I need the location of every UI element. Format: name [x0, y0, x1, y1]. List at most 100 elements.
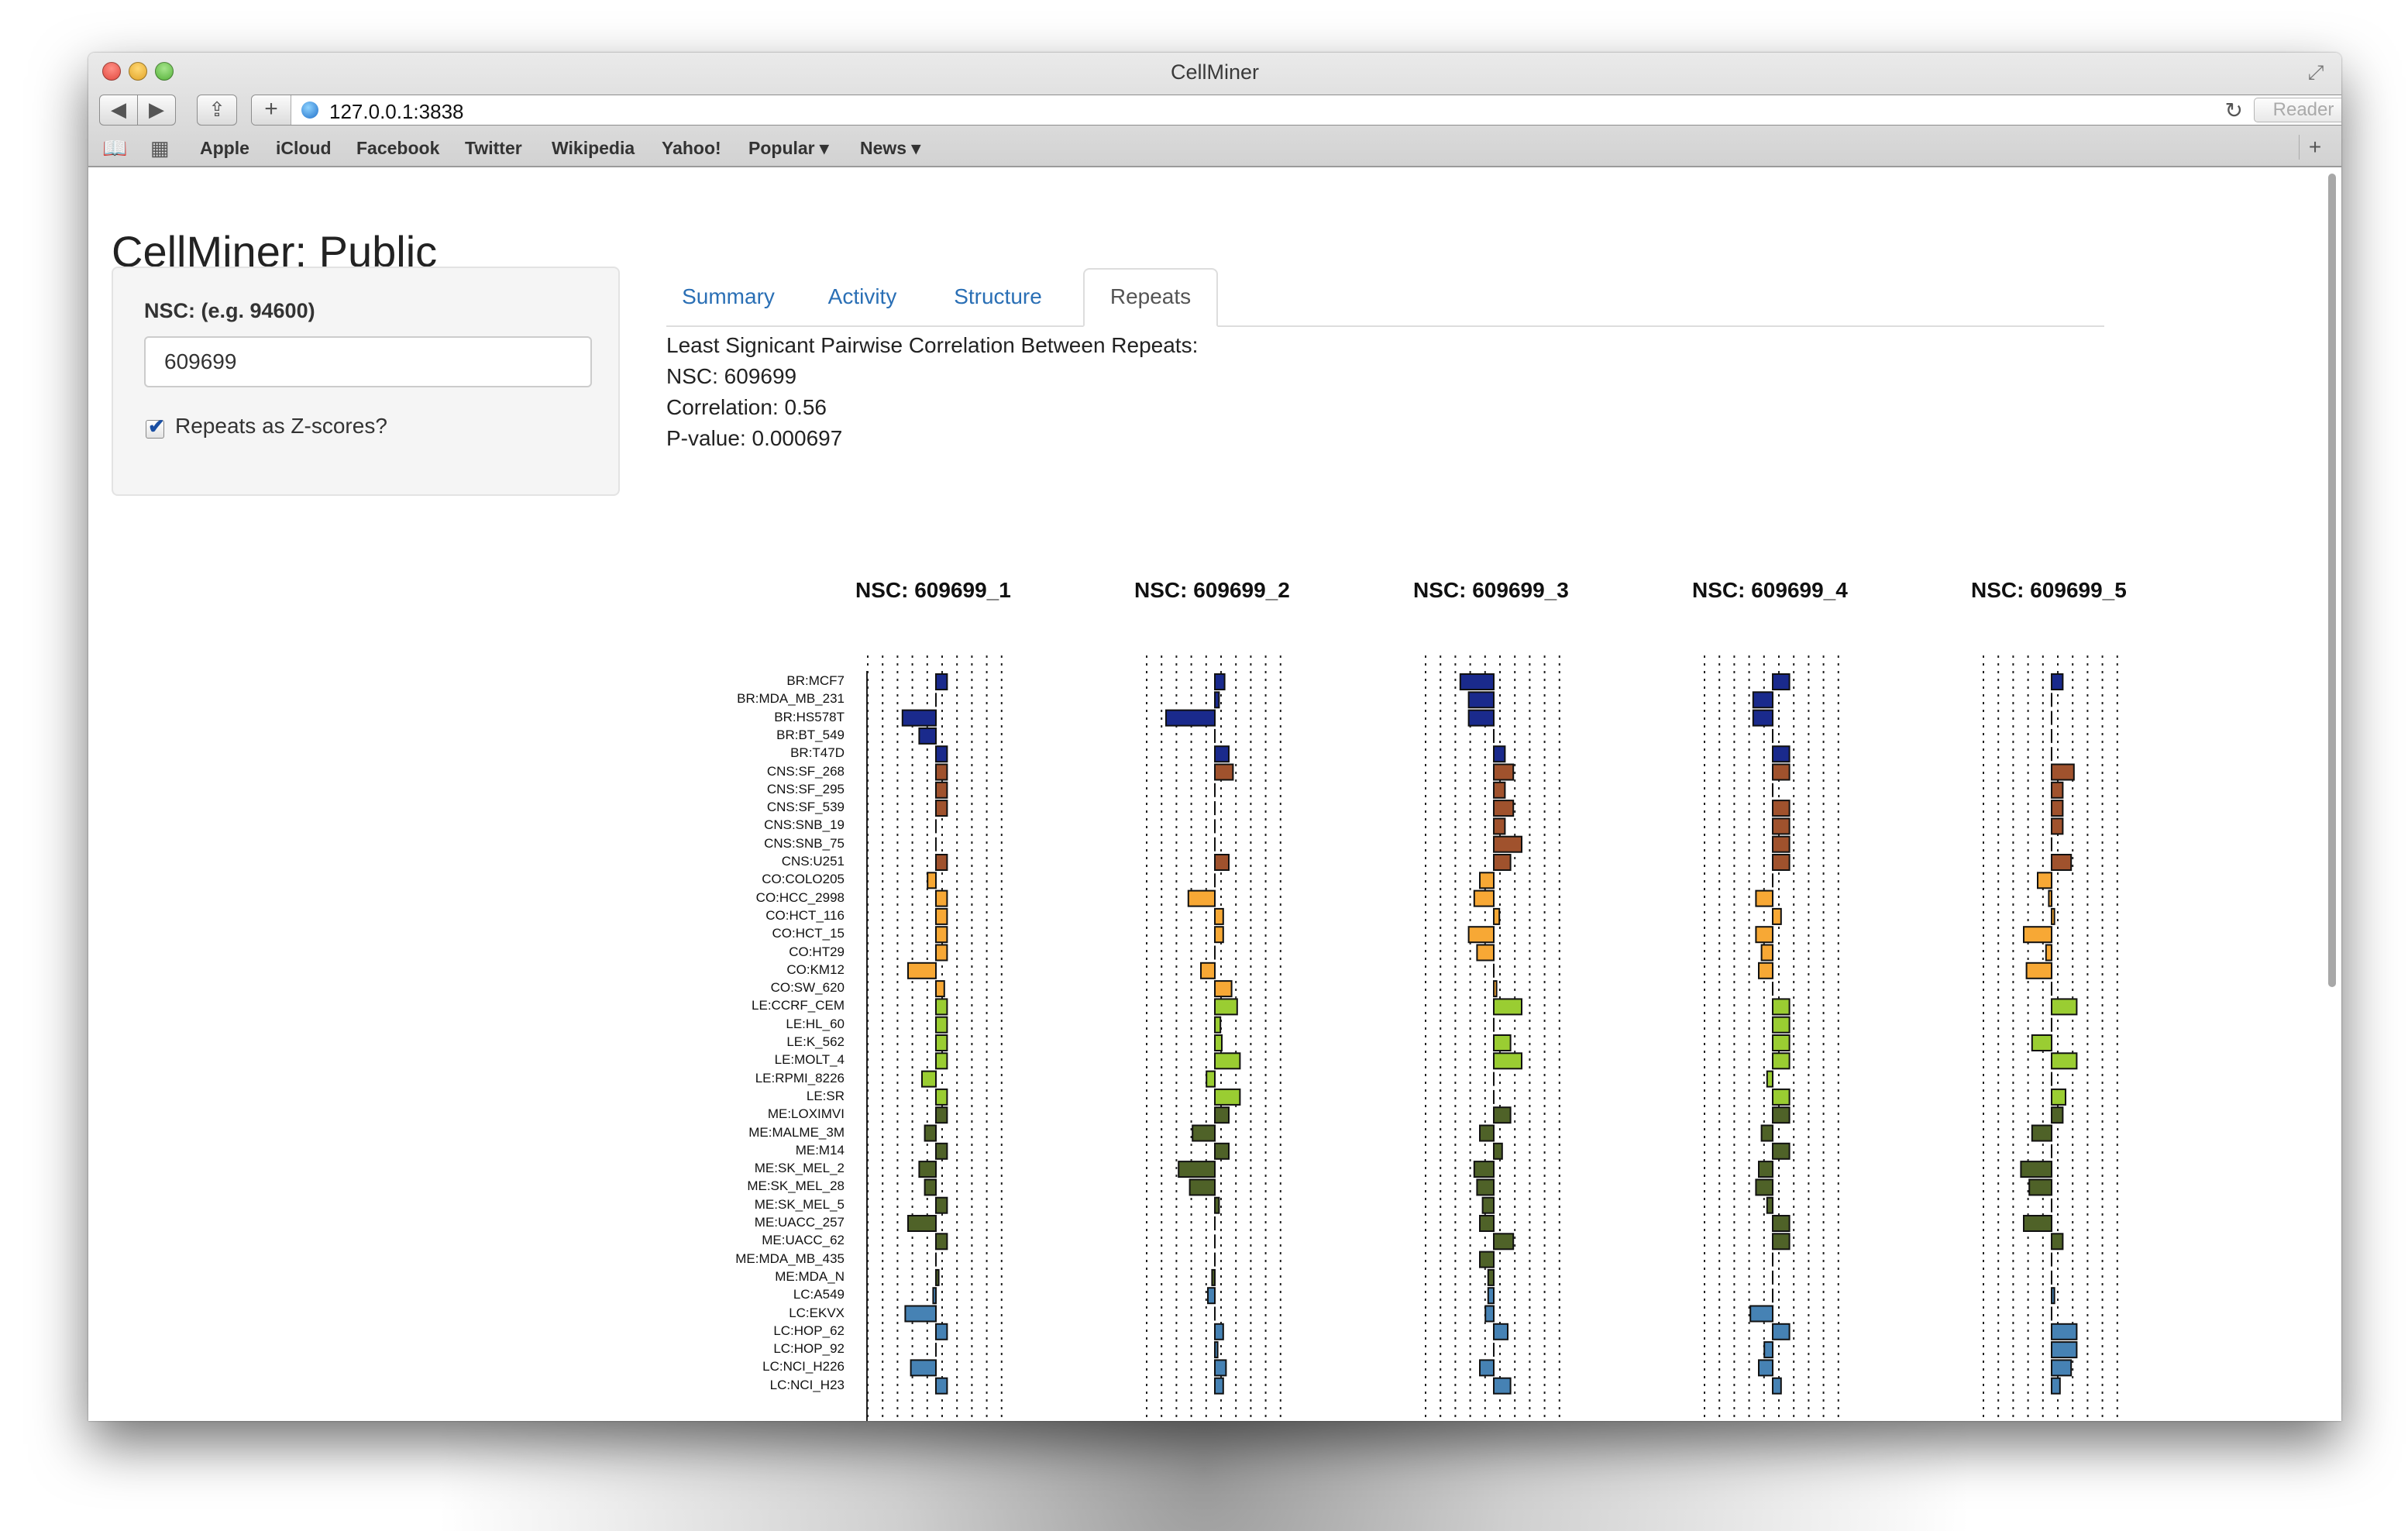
bookmark-item[interactable]: Twitter	[465, 138, 522, 159]
globe-icon	[301, 101, 318, 119]
series-title: NSC: 609699_4	[1692, 578, 1848, 602]
bar	[1493, 1052, 1522, 1070]
reading-list-icon[interactable]: 📖	[102, 136, 127, 160]
bar	[935, 1106, 948, 1124]
bar	[935, 1377, 948, 1395]
browser-chrome: CellMiner ⤢ ◀ ▶ ⇪ + 127.0.0.1:3838 ↻ Rea…	[88, 53, 2341, 167]
bar	[2020, 1161, 2052, 1178]
bar	[2051, 1287, 2055, 1305]
barplot-panel	[1146, 655, 1281, 1421]
bar	[2028, 1178, 2052, 1196]
cell-line-label: CNS:SNB_19	[764, 817, 845, 833]
cell-line-label: ME:SK_MEL_5	[754, 1196, 845, 1212]
bar	[1214, 763, 1234, 781]
bar	[935, 1034, 948, 1051]
bookmark-item[interactable]: Facebook	[356, 138, 439, 159]
barplot-panel	[1704, 655, 1839, 1421]
bar	[1772, 1215, 1791, 1232]
address-bar[interactable]: + 127.0.0.1:3838 ↻ Reader	[251, 95, 2341, 126]
bar	[935, 854, 948, 871]
bar	[1493, 854, 1512, 871]
fullscreen-icon[interactable]: ⤢	[2304, 60, 2327, 84]
reader-button[interactable]: Reader	[2254, 98, 2341, 122]
reload-icon[interactable]: ↻	[2225, 98, 2243, 123]
new-tab-button[interactable]: +	[2299, 135, 2331, 160]
bookmark-item[interactable]: Wikipedia	[552, 138, 635, 159]
share-button[interactable]: ⇪	[197, 95, 237, 126]
bar	[2051, 673, 2064, 690]
bar	[1214, 1196, 1220, 1214]
bar	[1459, 673, 1495, 690]
bar	[2048, 889, 2053, 907]
bar	[2023, 926, 2052, 944]
cell-line-label: LC:NCI_H23	[769, 1377, 845, 1392]
top-sites-grid-icon[interactable]: ▦	[150, 136, 170, 160]
bar	[2051, 1106, 2064, 1124]
cell-line-label: LE:CCRF_CEM	[752, 998, 845, 1013]
barplot-panel	[1425, 655, 1560, 1421]
bar	[2051, 998, 2078, 1016]
bar	[1214, 1016, 1222, 1034]
scrollbar-thumb[interactable]	[2328, 174, 2336, 987]
bar	[935, 1016, 948, 1034]
bar	[1479, 1359, 1495, 1377]
bar	[932, 1287, 937, 1305]
title-bar: CellMiner ⤢	[88, 53, 2341, 93]
bookmark-item[interactable]: iCloud	[276, 138, 332, 159]
bar	[935, 1142, 948, 1160]
url-text[interactable]: 127.0.0.1:3838	[329, 100, 464, 124]
bar	[1755, 1178, 1774, 1196]
bookmark-item[interactable]: Yahoo!	[662, 138, 721, 159]
cell-line-label: BR:MDA_MB_231	[737, 691, 845, 707]
bar	[1772, 1034, 1791, 1051]
bar	[1493, 1106, 1512, 1124]
cell-line-label: BR:BT_549	[776, 727, 845, 742]
cell-line-label: ME:LOXIMVI	[767, 1106, 845, 1122]
cell-line-label: CNS:SNB_75	[764, 835, 845, 851]
bar	[1493, 745, 1506, 763]
bar	[1772, 800, 1791, 817]
cell-line-label: CO:HCT_116	[765, 907, 845, 923]
bar	[1755, 889, 1774, 907]
page-content: CellMiner: Public NSC: (e.g. 94600) 6096…	[88, 167, 2320, 1421]
bar	[1214, 1341, 1219, 1359]
bar	[1772, 1016, 1791, 1034]
bar	[2051, 1359, 2073, 1377]
cell-line-label: ME:M14	[795, 1142, 845, 1158]
back-button[interactable]: ◀	[99, 95, 138, 126]
cell-line-label: LC:A549	[793, 1287, 845, 1302]
bar	[935, 998, 948, 1016]
bar	[1214, 691, 1220, 709]
bar	[1178, 1161, 1216, 1178]
browser-window: CellMiner ⤢ ◀ ▶ ⇪ + 127.0.0.1:3838 ↻ Rea…	[88, 53, 2341, 1421]
bar	[1493, 907, 1501, 925]
bar	[1493, 800, 1515, 817]
bar	[1772, 817, 1791, 835]
bar	[1479, 872, 1495, 889]
bookmarks-bar: 📖 ▦ Apple iCloud Facebook Twitter Wikipe…	[88, 130, 2341, 164]
bar	[2051, 1323, 2078, 1340]
bar	[1772, 854, 1791, 871]
bar	[1467, 926, 1495, 944]
bar	[918, 1161, 937, 1178]
bookmark-item[interactable]: Apple	[200, 138, 249, 159]
vertical-scrollbar[interactable]	[2326, 170, 2338, 1100]
bookmark-item[interactable]: Popular ▾	[748, 138, 829, 159]
bar	[1214, 854, 1230, 871]
bar	[935, 889, 948, 907]
bar	[1772, 1323, 1791, 1340]
bar	[1214, 1052, 1241, 1070]
bar	[1467, 691, 1495, 709]
repeats-barplots: BR:MCF7 BR:MDA_MB_231 BR:HS578T BR:BT_549 BR…	[88, 167, 2320, 1421]
bar	[935, 800, 948, 817]
bar	[1214, 1359, 1227, 1377]
bar	[1479, 1124, 1495, 1142]
bar	[2037, 872, 2052, 889]
bar	[1207, 1287, 1216, 1305]
forward-button[interactable]: ▶	[137, 95, 176, 126]
bar	[935, 1196, 948, 1214]
bar	[924, 1124, 937, 1142]
add-bookmark-icon[interactable]: +	[252, 95, 291, 125]
bar	[2051, 907, 2055, 925]
bookmark-item[interactable]: News ▾	[860, 138, 920, 159]
